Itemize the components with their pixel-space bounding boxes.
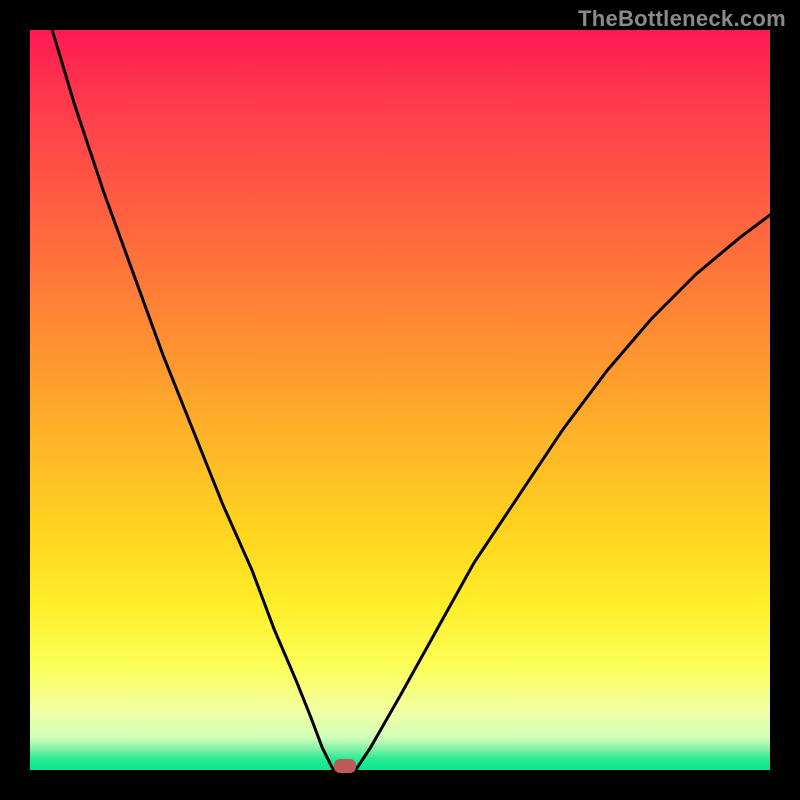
plot-area xyxy=(30,30,770,770)
curve-right-branch xyxy=(356,215,770,770)
watermark-text: TheBottleneck.com xyxy=(578,6,786,32)
bottleneck-curve xyxy=(30,30,770,770)
minimum-marker xyxy=(334,759,356,773)
chart-frame: TheBottleneck.com xyxy=(0,0,800,800)
curve-left-branch xyxy=(52,30,333,770)
